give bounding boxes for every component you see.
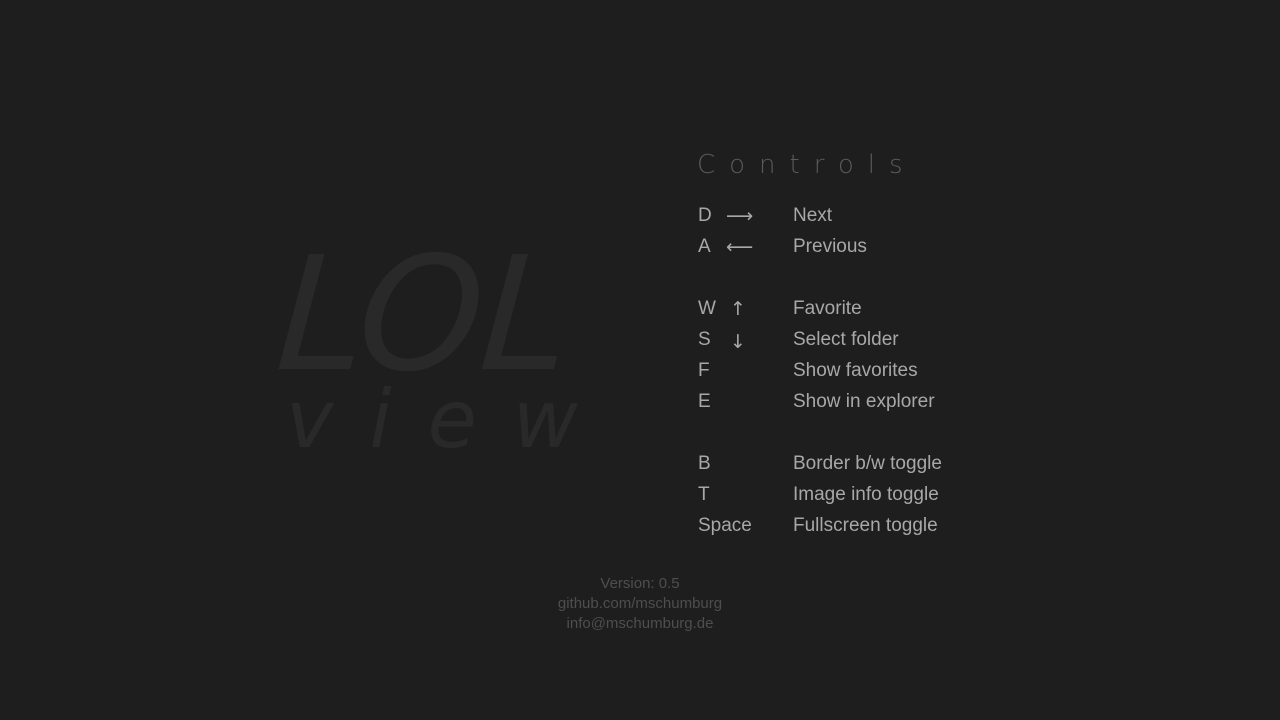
key-label: F xyxy=(698,360,710,381)
key-label: Space xyxy=(698,515,752,536)
controls-title: Controls xyxy=(697,150,917,180)
key-label: T xyxy=(698,484,710,505)
control-row-show-in-explorer: E Show in explorer xyxy=(698,387,1018,417)
action-label: Image info toggle xyxy=(793,484,939,505)
control-row-image-info-toggle: T Image info toggle xyxy=(698,480,1018,510)
email-link[interactable]: info@mschumburg.de xyxy=(500,614,780,634)
control-row-favorite: W ↑ Favorite xyxy=(698,294,1018,324)
github-link[interactable]: github.com/mschumburg xyxy=(500,594,780,614)
control-row-border-toggle: B Border b/w toggle xyxy=(698,449,1018,479)
action-label: Previous xyxy=(793,236,867,257)
arrow-right-icon: ⟶ xyxy=(726,205,754,227)
action-label: Fullscreen toggle xyxy=(793,515,938,536)
key-label: A xyxy=(698,236,711,257)
version-text: Version: 0.5 xyxy=(600,575,680,592)
control-row-fullscreen-toggle: Space Fullscreen toggle xyxy=(698,511,1018,541)
key-label: D xyxy=(698,205,712,226)
key-label: S xyxy=(698,329,711,350)
action-label: Select folder xyxy=(793,329,899,350)
logo-lol-text: LOL xyxy=(271,223,574,407)
logo-view-text: view xyxy=(286,373,615,466)
arrow-left-icon: ⟵ xyxy=(726,236,754,258)
arrow-down-icon: ↓ xyxy=(730,331,746,353)
action-label: Show favorites xyxy=(793,360,918,381)
control-row-select-folder: S ↓ Select folder xyxy=(698,325,1018,355)
action-label: Show in explorer xyxy=(793,391,935,412)
action-label: Border b/w toggle xyxy=(793,453,942,474)
arrow-up-icon: ↑ xyxy=(730,298,746,320)
key-label: W xyxy=(698,298,716,319)
key-label: B xyxy=(698,453,711,474)
control-row-next: D ⟶ Next xyxy=(698,201,1018,231)
action-label: Favorite xyxy=(793,298,862,319)
control-row-show-favorites: F Show favorites xyxy=(698,356,1018,386)
key-label: E xyxy=(698,391,711,412)
control-row-previous: A ⟵ Previous xyxy=(698,232,1018,262)
action-label: Next xyxy=(793,205,833,226)
